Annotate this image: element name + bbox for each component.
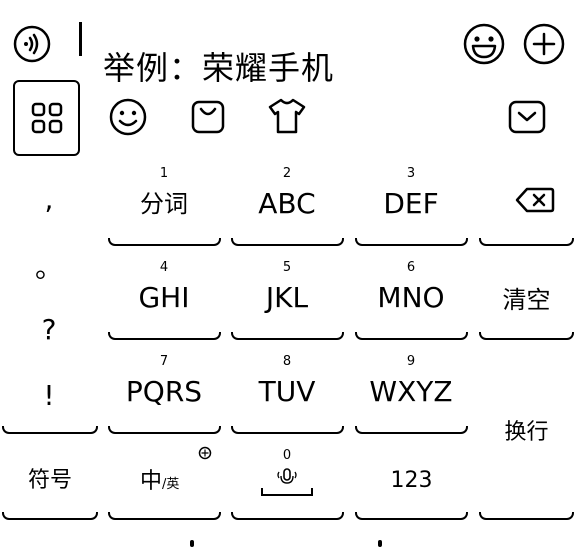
key-underline (231, 426, 344, 434)
key-underline (108, 332, 221, 340)
shopping-bag-icon (191, 100, 225, 134)
grid-menu-icon (31, 102, 62, 134)
key-label: MNO (377, 281, 445, 314)
tshirt-icon (268, 98, 306, 134)
key-label: TUV (258, 375, 316, 408)
key-8[interactable]: 8 TUV (231, 354, 343, 434)
key-underline (108, 512, 221, 520)
key-underline (479, 238, 574, 246)
key-underline (231, 238, 344, 246)
microphone-icon (267, 466, 307, 490)
key-underline (355, 512, 468, 520)
key-label: 分词 (140, 190, 188, 218)
key-underline (108, 426, 221, 434)
key-underline (108, 238, 221, 246)
key-number: 2 (282, 166, 292, 181)
key-number: 3 (406, 166, 416, 181)
emoji-face-icon (463, 23, 505, 65)
key-label: 清空 (502, 286, 551, 314)
key-label: GHI (138, 281, 190, 314)
key-underline (355, 238, 468, 246)
smile-button[interactable] (108, 97, 148, 137)
lang-alt-label: /英 (162, 477, 180, 492)
smile-icon (109, 98, 147, 136)
backspace-key[interactable] (479, 166, 576, 238)
key-6[interactable]: 6 MNO (355, 260, 467, 340)
key-number: 8 (282, 354, 292, 369)
key-number: 9 (406, 354, 416, 369)
symbols-key[interactable]: 符号 (2, 466, 98, 496)
key-9[interactable]: 9 WXYZ (355, 354, 467, 434)
key-underline (231, 512, 344, 520)
key-5[interactable]: 5 JKL (231, 260, 343, 340)
key-label: WXYZ (369, 375, 453, 408)
key-1[interactable]: 1 分词 (108, 166, 220, 246)
key-number: 1 (159, 166, 169, 181)
key-number: 7 (159, 354, 169, 369)
ai-badge-icon (198, 446, 212, 460)
key-underline (479, 512, 574, 520)
emoji-button[interactable] (462, 22, 506, 66)
key-3[interactable]: 3 DEF (355, 166, 467, 246)
menu-grid-button[interactable] (13, 80, 80, 156)
language-switch-key[interactable]: 中/英 (108, 446, 221, 506)
numbers-key[interactable]: 123 (355, 466, 468, 496)
voice-button[interactable] (12, 24, 52, 64)
lang-main-label: 中 (140, 469, 163, 494)
punct-comma-key[interactable]: , (14, 180, 84, 220)
key-underline (355, 426, 468, 434)
voice-wave-icon (13, 25, 51, 63)
partial-key-mark (190, 540, 194, 547)
add-button[interactable] (522, 22, 566, 66)
key-underline (479, 332, 574, 340)
punct-question-key[interactable]: ? (14, 310, 84, 350)
newline-key[interactable]: 换行 (479, 418, 574, 448)
key-number: 0 (282, 448, 292, 463)
shop-button[interactable] (188, 97, 228, 137)
key-underline (231, 332, 344, 340)
key-number: 4 (159, 260, 169, 275)
key-number: 6 (406, 260, 416, 275)
key-underline (355, 332, 468, 340)
key-4[interactable]: 4 GHI (108, 260, 220, 340)
plus-circle-icon (523, 23, 565, 65)
key-label: JKL (265, 281, 309, 314)
key-number: 5 (282, 260, 292, 275)
key-underline (2, 512, 98, 520)
collapse-keyboard-button[interactable] (506, 98, 548, 136)
key-label: PQRS (125, 375, 203, 408)
punct-period-key[interactable]: 。 (14, 248, 84, 288)
text-cursor (79, 22, 82, 56)
candidate-hint-text: 举例：荣耀手机 (103, 49, 335, 87)
space-bar-icon (261, 488, 313, 496)
key-0-space[interactable]: 0 (231, 448, 343, 508)
backspace-icon (515, 187, 555, 213)
key-label: DEF (383, 187, 439, 220)
collapse-keyboard-icon (508, 100, 546, 134)
punct-exclaim-key[interactable]: ! (14, 376, 84, 416)
clear-key[interactable]: 清空 (479, 260, 574, 340)
key-label: ABC (258, 187, 316, 220)
partial-key-mark (378, 540, 382, 547)
key-7[interactable]: 7 PQRS (108, 354, 220, 434)
clothing-button[interactable] (266, 95, 308, 137)
punct-column-underline (2, 426, 98, 434)
key-2[interactable]: 2 ABC (231, 166, 343, 246)
